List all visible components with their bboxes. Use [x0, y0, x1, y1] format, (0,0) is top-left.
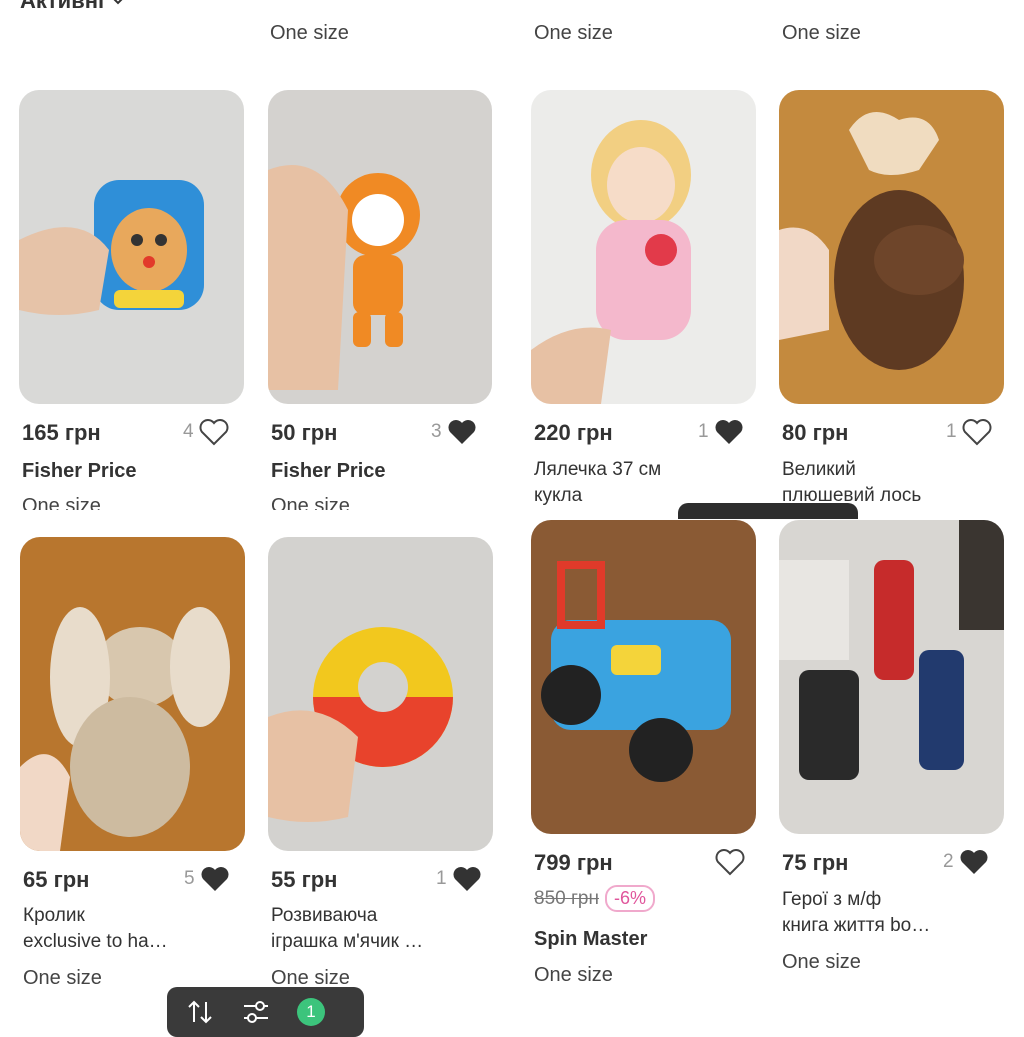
like-button[interactable]: 1 — [946, 418, 993, 446]
product-image[interactable] — [779, 90, 1004, 404]
item-size: One size — [782, 951, 861, 973]
price-row: 850 грн -6% — [534, 885, 655, 912]
item-price: 55 грн — [271, 867, 338, 892]
heart-outline-icon — [715, 849, 745, 876]
item-price: 220 грн — [534, 420, 613, 445]
like-count: 2 — [943, 851, 954, 872]
product-image[interactable] — [20, 537, 245, 851]
item-price: 50 грн — [271, 420, 338, 445]
discount-badge: -6% — [604, 885, 655, 912]
like-count: 5 — [184, 868, 195, 889]
product-image[interactable] — [779, 520, 1004, 834]
like-button[interactable]: 5 — [184, 865, 231, 893]
status-filter-label: Активні — [20, 0, 105, 13]
item-title: Великий — [782, 459, 856, 480]
like-count: 1 — [436, 868, 447, 889]
heart-outline-icon — [962, 419, 992, 446]
heart-filled-icon — [453, 867, 481, 891]
like-button[interactable]: 3 — [431, 418, 478, 446]
like-count: 3 — [431, 421, 442, 442]
item-title: Лялечка 37 см — [534, 459, 662, 480]
item-title: Розвиваюча — [271, 905, 378, 926]
item-title: кукла — [534, 485, 583, 506]
size-label: One size — [534, 22, 613, 44]
like-count: 4 — [183, 421, 194, 442]
item-price: 65 грн — [23, 867, 90, 892]
heart-filled-icon — [201, 867, 229, 891]
filter-icon[interactable] — [241, 998, 271, 1026]
status-filter[interactable]: Активні — [20, 0, 126, 14]
item-brand: Fisher Price — [271, 460, 386, 482]
like-button[interactable] — [710, 848, 746, 876]
item-size: One size — [22, 495, 101, 510]
product-image[interactable] — [268, 537, 493, 851]
like-count: 1 — [946, 421, 957, 442]
item-price: 165 грн — [22, 420, 101, 445]
toast-edge — [678, 503, 858, 519]
item-price: 80 грн — [782, 420, 849, 445]
product-image[interactable] — [531, 90, 756, 404]
chevron-down-icon — [113, 0, 123, 5]
like-button[interactable]: 4 — [183, 418, 230, 446]
like-button[interactable]: 1 — [698, 418, 745, 446]
size-label: One size — [270, 22, 349, 44]
product-image[interactable] — [268, 90, 492, 404]
item-brand: Fisher Price — [22, 460, 137, 482]
sort-icon[interactable] — [185, 998, 215, 1026]
product-image[interactable] — [19, 90, 244, 404]
old-price: 850 грн — [534, 887, 599, 909]
item-price: 75 грн — [782, 850, 849, 875]
like-count: 1 — [698, 421, 709, 442]
item-title: Герої з м/ф — [782, 889, 882, 910]
item-price: 799 грн — [534, 850, 613, 875]
size-label: One size — [782, 22, 861, 44]
item-brand: Spin Master — [534, 928, 648, 950]
like-button[interactable]: 2 — [943, 848, 990, 876]
like-button[interactable]: 1 — [436, 865, 483, 893]
item-title: Кролик — [23, 905, 85, 926]
product-image[interactable] — [531, 520, 756, 834]
item-title: іграшка м'ячик … — [271, 931, 424, 952]
item-size: One size — [23, 967, 102, 989]
heart-outline-icon — [199, 419, 229, 446]
filter-count-badge[interactable]: 1 — [297, 998, 325, 1026]
heart-filled-icon — [960, 850, 988, 874]
item-size: One size — [534, 964, 613, 986]
sort-filter-toolbar: 1 — [167, 987, 364, 1037]
item-title: книга життя bo… — [782, 915, 931, 936]
item-title: exclusive to ha… — [23, 931, 168, 952]
heart-filled-icon — [448, 420, 476, 444]
heart-filled-icon — [715, 420, 743, 444]
item-size: One size — [271, 495, 350, 510]
